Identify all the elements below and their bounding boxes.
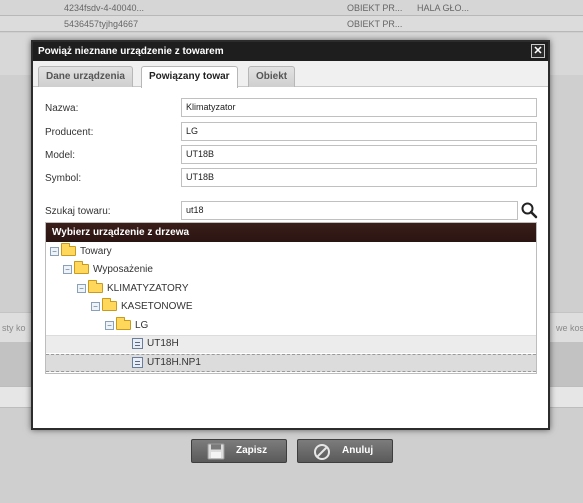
model-field[interactable]: UT18B <box>181 145 537 164</box>
tree-node-label: LG <box>135 320 149 331</box>
collapse-icon[interactable]: − <box>63 264 72 274</box>
search-input[interactable]: ut18 <box>181 201 518 220</box>
dialog-title: Powiąż nieznane urządzenie z towarem <box>38 46 224 57</box>
tree-leaf[interactable]: UT18H.NP1 <box>132 354 201 372</box>
folder-icon <box>116 317 131 331</box>
device-tree: Wybierz urządzenie z drzewa − Towary − Wyp… <box>45 222 537 374</box>
folder-icon <box>88 280 103 294</box>
producent-field[interactable]: LG <box>181 122 537 141</box>
folder-icon <box>74 261 89 275</box>
dialog-titlebar: Powiąż nieznane urządzenie z towarem ✕ <box>33 42 548 61</box>
tree-node-label: Towary <box>80 246 112 257</box>
tree-leaf-row[interactable] <box>46 335 536 353</box>
collapse-icon[interactable]: − <box>50 246 59 256</box>
symbol-field[interactable]: UT18B <box>181 168 537 187</box>
tree-leaf-row-selected[interactable] <box>46 354 536 372</box>
cancel-button[interactable]: Anuluj <box>297 439 393 463</box>
save-icon <box>207 443 225 460</box>
background-row[interactable]: 5436457tyjhg4667 OBIEKT PR... <box>0 16 583 32</box>
cancel-button-label: Anuluj <box>342 445 374 456</box>
background-cell-type: OBIEKT PR... <box>347 3 403 13</box>
background-side-text: sty ko <box>2 323 26 333</box>
tree-leaf[interactable]: UT18H <box>132 335 179 353</box>
save-button[interactable]: Zapisz <box>191 439 287 463</box>
save-button-label: Zapisz <box>236 445 268 456</box>
model-label: Model: <box>45 150 76 161</box>
tree-node[interactable]: − LG <box>105 317 148 335</box>
background-side-text: we kos <box>556 323 583 333</box>
tree-node[interactable]: − Towary <box>50 243 112 261</box>
background-cell-type: OBIEKT PR... <box>347 19 403 29</box>
dialog-form: Nazwa: Klimatyzator Producent: LG Model:… <box>33 87 548 463</box>
cancel-icon <box>314 444 330 460</box>
search-icon[interactable] <box>520 201 538 219</box>
tree-node[interactable]: − KLIMATYZATORY <box>77 280 189 298</box>
tree-leaf-label: UT18H.NP1 <box>147 357 201 368</box>
link-device-dialog: Powiąż nieznane urządzenie z towarem ✕ D… <box>31 40 550 463</box>
nazwa-label: Nazwa: <box>45 103 79 114</box>
tree-node[interactable]: − KASETONOWE <box>91 298 193 316</box>
close-icon[interactable]: ✕ <box>531 44 545 58</box>
nazwa-field[interactable]: Klimatyzator <box>181 98 537 117</box>
collapse-icon[interactable]: − <box>91 301 100 311</box>
search-label: Szukaj towaru: <box>45 206 111 217</box>
device-icon <box>132 337 143 349</box>
folder-icon <box>61 243 76 257</box>
collapse-icon[interactable]: − <box>77 283 86 293</box>
tree-node-label: KLIMATYZATORY <box>107 283 189 294</box>
background-row[interactable]: 4234fsdv-4-40040... OBIEKT PR... HALA GŁ… <box>0 0 583 16</box>
dialog-tabs: Dane urządzenia Powiązany towar Obiekt <box>33 61 548 88</box>
symbol-label: Symbol: <box>45 173 82 184</box>
tree-header: Wybierz urządzenie z drzewa <box>46 223 536 242</box>
device-icon <box>132 356 143 368</box>
tab-object[interactable]: Obiekt <box>248 66 296 87</box>
tree-node-label: KASETONOWE <box>121 301 193 312</box>
background-cell-location: HALA GŁO... <box>417 3 470 13</box>
producent-label: Producent: <box>45 127 94 138</box>
tree-node[interactable]: − Wyposażenie <box>63 261 153 279</box>
tree-leaf-label: UT18H <box>147 338 179 349</box>
background-cell-code: 5436457tyjhg4667 <box>64 19 139 29</box>
folder-icon <box>102 298 117 312</box>
tab-device-data[interactable]: Dane urządzenia <box>38 66 133 87</box>
background-cell-code: 4234fsdv-4-40040... <box>64 3 145 13</box>
collapse-icon[interactable]: − <box>105 320 114 330</box>
tree-node-label: Wyposażenie <box>93 264 153 275</box>
tab-linked-product[interactable]: Powiązany towar <box>141 66 238 88</box>
